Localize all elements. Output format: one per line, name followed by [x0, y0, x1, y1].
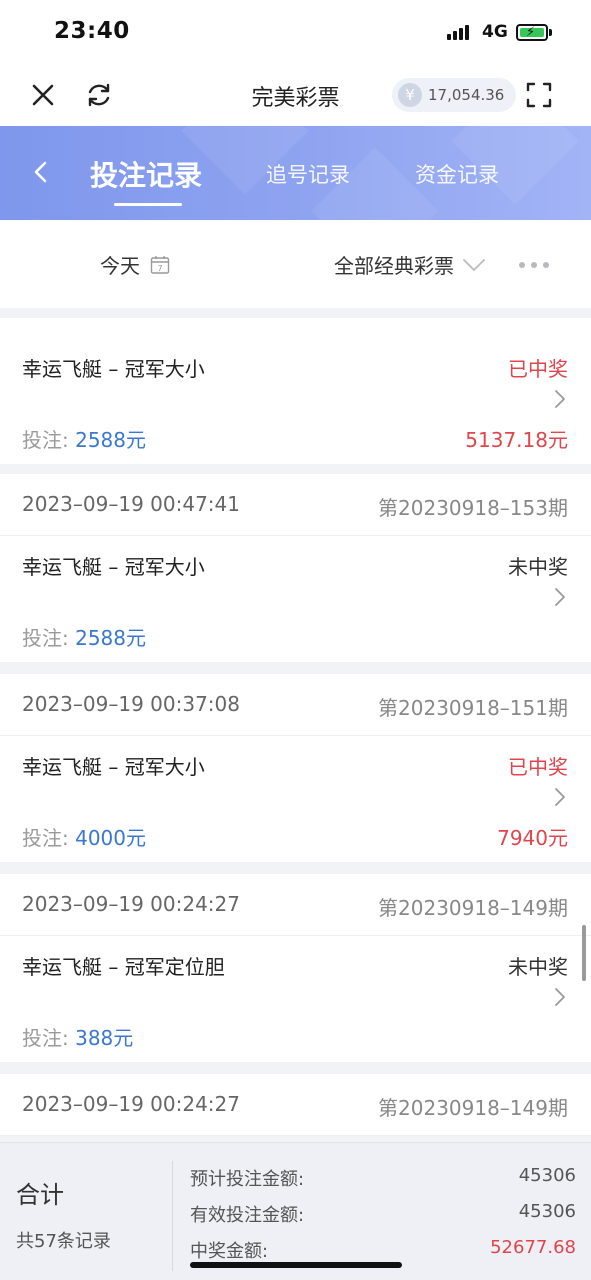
record-time: 2023–09–19 00:37:08: [22, 692, 240, 716]
record-count: 共57条记录: [16, 1231, 111, 1252]
active-tab-indicator: [114, 203, 182, 206]
more-icon[interactable]: [519, 262, 549, 268]
record-header-partial: [0, 318, 591, 339]
refresh-icon[interactable]: [84, 80, 114, 110]
record-card[interactable]: 2023–09–19 00:24:27 第20230918–149期: [0, 1074, 591, 1136]
lottery-type-filter[interactable]: 全部经典彩票: [334, 250, 486, 279]
expected-bet-label: 预计投注金额:: [190, 1169, 305, 1190]
chevron-right-icon: [555, 390, 565, 408]
back-icon[interactable]: [30, 160, 52, 184]
bet-amount: 4000元: [75, 826, 147, 850]
nav-bar: 完美彩票 ¥ 17,054.36: [0, 66, 591, 126]
date-filter-label: 今天: [100, 254, 140, 278]
bet-amount: 388元: [75, 1026, 134, 1050]
record-issue: 第20230918–149期: [378, 896, 568, 920]
record-bet: 投注: 2588元: [22, 622, 146, 651]
chevron-down-icon: [463, 258, 485, 271]
record-bet: 投注: 388元: [22, 1022, 133, 1051]
record-game: 幸运飞艇 – 冠军定位胆: [22, 955, 225, 979]
record-body[interactable]: 幸运飞艇 – 冠军大小 未中奖 投注: 2588元: [0, 536, 591, 662]
win-amount-value: 52677.68: [490, 1237, 576, 1258]
battery-icon: ⚡: [516, 24, 548, 41]
tab-fund-records[interactable]: 资金记录: [415, 159, 499, 189]
record-body[interactable]: 幸运飞艇 – 冠军定位胆 未中奖 投注: 388元: [0, 936, 591, 1062]
summary-panel: 合计 共57条记录 预计投注金额: 45306 有效投注金额: 45306 中奖…: [0, 1142, 591, 1280]
status-time: 23:40: [54, 18, 130, 44]
record-status: 已中奖: [508, 357, 568, 381]
record-header: 2023–09–19 00:24:27 第20230918–149期: [0, 1074, 591, 1136]
bet-label: 投注:: [22, 1026, 69, 1050]
network-type: 4G: [482, 22, 508, 42]
record-prize: 5137.18元: [465, 428, 568, 452]
chevron-right-icon: [555, 588, 565, 606]
record-prize: 7940元: [497, 826, 568, 850]
record-time: 2023–09–19 00:47:41: [22, 492, 240, 516]
svg-text:7: 7: [157, 264, 162, 273]
summary-title: 合计: [16, 1181, 64, 1209]
record-header: 2023–09–19 00:47:41 第20230918–153期: [0, 474, 591, 536]
bet-label: 投注:: [22, 826, 69, 850]
coin-icon: ¥: [398, 83, 422, 107]
record-status: 未中奖: [508, 555, 568, 579]
record-card[interactable]: 2023–09–19 00:37:08 第20230918–151期 幸运飞艇 …: [0, 674, 591, 862]
record-time: 2023–09–19 00:24:27: [22, 892, 240, 916]
win-amount-row: 中奖金额: 52677.68: [190, 1237, 576, 1263]
record-game: 幸运飞艇 – 冠军大小: [22, 357, 205, 381]
record-game: 幸运飞艇 – 冠军大小: [22, 755, 205, 779]
filter-bar: 今天 7 全部经典彩票: [0, 220, 591, 308]
record-issue: 第20230918–149期: [378, 1096, 568, 1120]
signal-icon: [447, 25, 469, 40]
record-header: 2023–09–19 00:37:08 第20230918–151期: [0, 674, 591, 736]
record-issue: 第20230918–153期: [378, 496, 568, 520]
record-status: 已中奖: [508, 755, 568, 779]
record-body[interactable]: 幸运飞艇 – 冠军大小 已中奖 投注: 2588元 5137.18元: [0, 338, 591, 464]
record-card[interactable]: 幸运飞艇 – 冠军大小 已中奖 投注: 2588元 5137.18元: [0, 338, 591, 464]
scrollbar[interactable]: [582, 925, 586, 981]
record-body[interactable]: 幸运飞艇 – 冠军大小 已中奖 投注: 4000元 7940元: [0, 736, 591, 862]
bet-label: 投注:: [22, 626, 69, 650]
record-issue: 第20230918–151期: [378, 696, 568, 720]
record-time: 2023–09–19 00:24:27: [22, 1092, 240, 1116]
chevron-right-icon: [555, 988, 565, 1006]
expected-bet-value: 45306: [518, 1165, 576, 1186]
battery-tip: [549, 29, 552, 36]
valid-bet-row: 有效投注金额: 45306: [190, 1201, 576, 1227]
tab-header: 投注记录 追号记录 资金记录: [0, 126, 591, 220]
valid-bet-value: 45306: [518, 1201, 576, 1222]
win-amount-label: 中奖金额:: [190, 1241, 269, 1262]
record-status: 未中奖: [508, 955, 568, 979]
record-card[interactable]: 2023–09–19 00:24:27 第20230918–149期 幸运飞艇 …: [0, 874, 591, 1062]
tab-bet-records[interactable]: 投注记录: [90, 154, 202, 194]
close-icon[interactable]: [28, 80, 58, 110]
lottery-type-label: 全部经典彩票: [334, 254, 454, 278]
home-indicator[interactable]: [190, 1262, 402, 1268]
status-bar: 23:40 4G ⚡: [0, 0, 591, 66]
divider: [172, 1161, 173, 1271]
balance-value: 17,054.36: [428, 86, 505, 104]
bet-amount: 2588元: [75, 428, 147, 452]
date-filter[interactable]: 今天 7: [100, 250, 170, 279]
valid-bet-label: 有效投注金额:: [190, 1205, 305, 1226]
expected-bet-row: 预计投注金额: 45306: [190, 1165, 576, 1191]
tab-chase-records[interactable]: 追号记录: [266, 159, 350, 189]
separator: [0, 308, 591, 318]
record-card[interactable]: 2023–09–19 00:47:41 第20230918–153期 幸运飞艇 …: [0, 474, 591, 662]
fullscreen-icon[interactable]: [526, 82, 552, 108]
bet-label: 投注:: [22, 428, 69, 452]
balance-badge[interactable]: ¥ 17,054.36: [392, 78, 517, 112]
calendar-icon: 7: [150, 255, 170, 274]
record-header: 2023–09–19 00:24:27 第20230918–149期: [0, 874, 591, 936]
record-bet: 投注: 2588元: [22, 424, 146, 453]
bet-amount: 2588元: [75, 626, 147, 650]
chevron-right-icon: [555, 788, 565, 806]
record-bet: 投注: 4000元: [22, 822, 146, 851]
record-game: 幸运飞艇 – 冠军大小: [22, 555, 205, 579]
